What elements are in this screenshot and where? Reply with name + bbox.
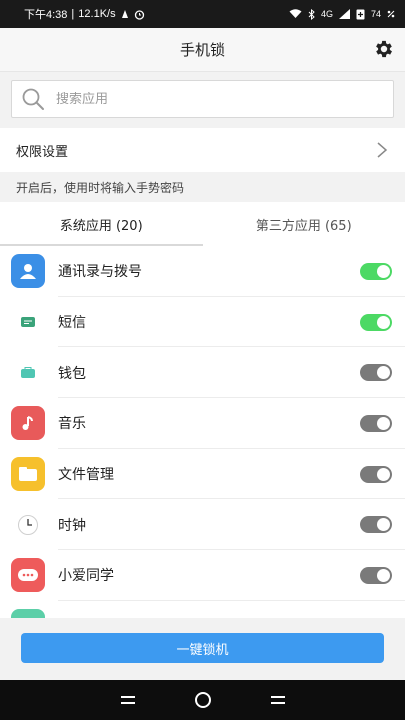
menu-nav-button[interactable] bbox=[116, 688, 140, 712]
app-name: 钱包 bbox=[58, 365, 86, 382]
gear-icon[interactable] bbox=[373, 38, 395, 60]
menu-icon bbox=[120, 696, 135, 704]
search-area bbox=[0, 72, 405, 128]
contacts-icon bbox=[11, 254, 45, 289]
tab-system-apps[interactable]: 系统应用 (20) bbox=[0, 202, 203, 246]
status-separator: | bbox=[71, 8, 75, 20]
home-nav-button[interactable] bbox=[191, 688, 215, 712]
bluetooth-icon bbox=[308, 8, 315, 20]
sms-icon bbox=[11, 305, 45, 339]
lock-toggle[interactable] bbox=[360, 566, 392, 584]
lock-toggle[interactable] bbox=[360, 262, 392, 280]
status-bar-left: 下午4:38 | 12.1K/s bbox=[24, 6, 289, 22]
list-item[interactable]: 通讯录与拨号 bbox=[0, 246, 405, 297]
status-network-speed: 12.1K/s bbox=[78, 8, 116, 20]
app-name: 通讯录与拨号 bbox=[58, 264, 142, 281]
permission-settings-label: 权限设置 bbox=[16, 144, 69, 160]
app-name: 小爱同学 bbox=[58, 568, 114, 585]
network-type: 4G bbox=[320, 9, 333, 19]
hint-text: 开启后，使用时将输入手势密码 bbox=[0, 172, 405, 202]
tab-third-party-apps[interactable]: 第三方应用 (65) bbox=[203, 202, 405, 246]
status-time: 下午4:38 bbox=[24, 9, 68, 21]
status-bar-right: 4G 74 bbox=[289, 8, 395, 20]
list-item-partial bbox=[0, 601, 405, 618]
list-item[interactable]: 文件管理 bbox=[0, 449, 405, 500]
search-box[interactable] bbox=[11, 80, 394, 118]
lock-all-button[interactable]: 一键锁机 bbox=[21, 633, 384, 663]
battery-saver-icon bbox=[356, 9, 365, 19]
list-item[interactable]: 钱包 bbox=[0, 347, 405, 398]
music-icon bbox=[11, 406, 45, 441]
lock-toggle[interactable] bbox=[360, 516, 392, 534]
search-icon bbox=[22, 88, 44, 110]
lock-toggle[interactable] bbox=[360, 465, 392, 483]
page-title: 手机锁 bbox=[179, 41, 225, 59]
percent-icon bbox=[387, 10, 395, 18]
signal-icon bbox=[338, 9, 350, 19]
home-icon bbox=[194, 692, 211, 708]
app-name: 文件管理 bbox=[58, 467, 114, 484]
back-nav-button[interactable] bbox=[266, 688, 290, 712]
bottom-action-area: 一键锁机 bbox=[0, 618, 405, 680]
lock-toggle[interactable] bbox=[360, 313, 392, 331]
app-icon-partial bbox=[11, 609, 45, 618]
permission-settings-row[interactable]: 权限设置 bbox=[0, 128, 405, 172]
xiaoai-icon bbox=[11, 558, 45, 593]
alarm-icon bbox=[134, 9, 144, 20]
title-bar: 手机锁 bbox=[0, 28, 405, 72]
clock-icon bbox=[11, 508, 45, 542]
lock-toggle[interactable] bbox=[360, 364, 392, 382]
list-item[interactable]: 音乐 bbox=[0, 398, 405, 449]
app-list: 通讯录与拨号 短信 钱包 音乐 文件管理 时钟 小爱同学 bbox=[0, 246, 405, 618]
chevron-right-icon bbox=[377, 142, 388, 158]
battery-level: 74 bbox=[370, 9, 381, 19]
file-manager-icon bbox=[11, 457, 45, 492]
lock-toggle[interactable] bbox=[360, 414, 392, 432]
notification-icon bbox=[121, 10, 128, 18]
back-icon bbox=[270, 696, 285, 704]
list-item[interactable]: 小爱同学 bbox=[0, 550, 405, 601]
wifi-icon bbox=[289, 9, 302, 18]
list-item[interactable]: 时钟 bbox=[0, 499, 405, 550]
wallet-icon bbox=[11, 356, 45, 390]
list-item[interactable]: 短信 bbox=[0, 297, 405, 348]
status-bar: 下午4:38 | 12.1K/s 4G 74 bbox=[0, 0, 405, 28]
search-input[interactable] bbox=[56, 91, 356, 107]
app-name: 音乐 bbox=[58, 416, 86, 433]
system-nav-bar bbox=[0, 680, 405, 720]
app-name: 短信 bbox=[58, 315, 86, 332]
app-name: 时钟 bbox=[58, 517, 86, 534]
app-tabs: 系统应用 (20) 第三方应用 (65) bbox=[0, 202, 405, 246]
